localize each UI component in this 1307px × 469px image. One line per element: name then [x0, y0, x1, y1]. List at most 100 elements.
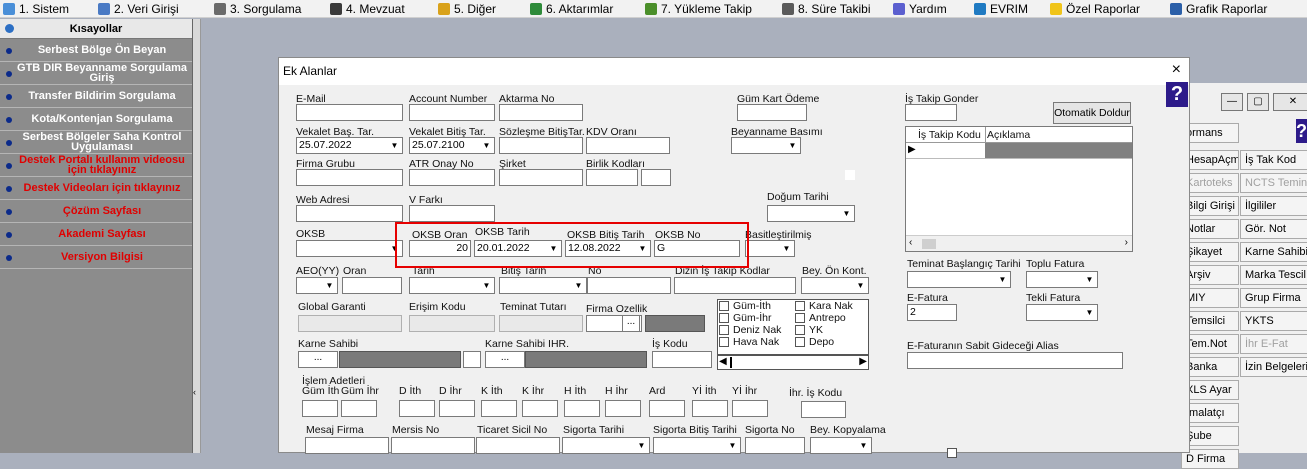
web-adresi-field[interactable] — [296, 205, 403, 222]
close-background-window-button[interactable]: ✕ — [1273, 93, 1307, 111]
dogum-tarihi-date[interactable] — [767, 205, 855, 222]
islem-count-field[interactable] — [732, 400, 768, 417]
sigorta-bitis-date[interactable] — [653, 437, 741, 454]
islem-count-field[interactable] — [302, 400, 338, 417]
islem-count-field[interactable] — [341, 400, 377, 417]
menu-item-7[interactable]: 7. Yükleme Takip — [645, 2, 752, 16]
atr-onay-field[interactable] — [409, 169, 495, 186]
oksb-tarih-date[interactable]: 20.01.2022 — [474, 240, 562, 257]
mersis-no-field[interactable] — [391, 437, 475, 454]
checkbox-7[interactable] — [719, 337, 729, 347]
help-icon[interactable]: ? — [1166, 82, 1188, 107]
is-kodu-field[interactable] — [652, 351, 712, 368]
sidebar-item-4[interactable]: Kota/Kontenjan Sorgulama — [0, 108, 192, 131]
is-takip-gonder-field[interactable] — [905, 104, 957, 121]
sigorta-tarihi-date[interactable] — [562, 437, 650, 454]
menu-item-2[interactable]: 2. Veri Girişi — [98, 2, 179, 16]
basitestirilmis-select[interactable] — [745, 240, 795, 257]
grid-row[interactable]: ▶ — [906, 143, 1132, 159]
menu-item-8[interactable]: 8. Süre Takibi — [782, 2, 871, 16]
oksb-oran-field[interactable]: 20 — [409, 240, 471, 257]
partial-checkbox[interactable] — [947, 448, 957, 458]
birlik-kodlari-field-1[interactable] — [586, 169, 638, 186]
checkbox-5[interactable] — [719, 325, 729, 335]
vekalet-bitis-date[interactable]: 25.07.2100 — [409, 137, 495, 154]
menu-item-12[interactable]: Grafik Raporlar — [1170, 2, 1267, 16]
bey-kopyalama-select[interactable] — [810, 437, 872, 454]
aeo-select[interactable] — [296, 277, 338, 294]
panel-button-19[interactable]: İhr E-Fat — [1240, 334, 1307, 354]
panel-button-7[interactable]: İlgililer — [1240, 196, 1307, 216]
menu-item-6[interactable]: 6. Aktarımlar — [530, 2, 613, 16]
checkbox-8[interactable] — [795, 337, 805, 347]
panel-button-13[interactable]: Marka Tescil — [1240, 265, 1307, 285]
sidebar-item-7[interactable]: Destek Videoları için tıklayınız — [0, 177, 192, 200]
checkbox-2[interactable] — [795, 301, 805, 311]
checkbox-1[interactable] — [719, 301, 729, 311]
panel-button-15[interactable]: Grup Firma — [1240, 288, 1307, 308]
menu-item-4[interactable]: 4. Mevzuat — [330, 2, 405, 16]
scroll-left-icon[interactable]: ‹ — [909, 237, 912, 248]
teminat-tutari-field[interactable] — [499, 315, 583, 332]
teminat-bas-date[interactable] — [907, 271, 1011, 288]
v-farki-field[interactable] — [409, 205, 495, 222]
sidebar-item-5[interactable]: Serbest Bölgeler Saha Kontrol Uygulaması — [0, 131, 192, 154]
oksb-no-field[interactable]: G — [654, 240, 740, 257]
beyanname-basimi-select[interactable] — [731, 137, 801, 154]
sidebar-item-3[interactable]: Transfer Bildirim Sorgulama — [0, 85, 192, 108]
panel-button-5[interactable]: NCTS Teminat — [1240, 173, 1307, 193]
scroll-right-icon[interactable]: › — [1125, 237, 1128, 248]
gum-kart-odeme-field[interactable] — [737, 104, 807, 121]
menu-item-5[interactable]: 5. Diğer — [438, 2, 496, 16]
panel-button-11[interactable]: Karne Sahibi — [1240, 242, 1307, 262]
scroll-right-icon[interactable]: ▶ — [859, 356, 867, 367]
sidebar-item-2[interactable]: GTB DIR Beyanname Sorgulama Giriş — [0, 62, 192, 85]
sigorta-no-field[interactable] — [745, 437, 805, 454]
birlik-kodlari-field-2[interactable] — [641, 169, 671, 186]
menu-item-3[interactable]: 3. Sorgulama — [214, 2, 301, 16]
sidebar-item-10[interactable]: Versiyon Bilgisi — [0, 246, 192, 269]
dizin-is-takip-field[interactable] — [674, 277, 796, 294]
checkbox-4[interactable] — [795, 313, 805, 323]
close-icon[interactable]: × — [1172, 59, 1181, 81]
islem-count-field[interactable] — [692, 400, 728, 417]
panel-button-3[interactable]: İş Tak Kod — [1240, 150, 1307, 170]
otomatik-doldur-button[interactable]: Otomatik Doldur — [1053, 102, 1131, 124]
panel-button-9[interactable]: Gör. Not — [1240, 219, 1307, 239]
karne-sahibi-ihr-lookup-button[interactable]: ... — [485, 351, 525, 368]
karne-sahibi-lookup-button[interactable]: ... — [298, 351, 338, 368]
aeo-bitis-tarih-date[interactable] — [499, 277, 587, 294]
ihr-is-kodu-field[interactable] — [801, 401, 846, 418]
help-icon[interactable]: ? — [1296, 119, 1307, 143]
checkbox-6[interactable] — [795, 325, 805, 335]
bey-on-kont-select[interactable] — [801, 277, 869, 294]
oksb-select[interactable] — [296, 240, 403, 257]
mesaj-firma-field[interactable] — [305, 437, 389, 454]
firma-ozellik-lookup-button[interactable]: ... — [622, 315, 640, 332]
firma-grubu-field[interactable] — [296, 169, 403, 186]
islem-count-field[interactable] — [399, 400, 435, 417]
menu-item-11[interactable]: Özel Raporlar — [1050, 2, 1140, 16]
grid-horizontal-scrollbar[interactable]: ‹ › — [906, 235, 1132, 251]
ticaret-sicil-field[interactable] — [476, 437, 560, 454]
erisim-kodu-field[interactable] — [409, 315, 495, 332]
menu-item-9[interactable]: Yardım — [893, 2, 947, 16]
kdv-orani-field[interactable] — [586, 137, 670, 154]
is-takip-grid[interactable]: İş Takip Kodu Açıklama ▶ ‹ › — [905, 126, 1133, 252]
panel-button-21[interactable]: İzin Belgeleri — [1240, 357, 1307, 377]
karne-sahibi-code-field[interactable] — [463, 351, 481, 368]
sidebar-collapse-handle[interactable]: ‹ — [193, 19, 201, 453]
oksb-bitis-date[interactable]: 12.08.2022 — [565, 240, 651, 257]
maximize-button[interactable]: ▢ — [1247, 93, 1269, 111]
email-field[interactable] — [296, 104, 403, 121]
oran-field[interactable] — [342, 277, 402, 294]
sidebar-item-6[interactable]: Destek Portalı kullanım videosu için tık… — [0, 154, 192, 177]
panel-button-17[interactable]: YKTS — [1240, 311, 1307, 331]
islem-count-field[interactable] — [605, 400, 641, 417]
sidebar-item-8[interactable]: Çözüm Sayfası — [0, 200, 192, 223]
aeo-no-field[interactable] — [587, 277, 671, 294]
aktarma-no-field[interactable] — [499, 104, 583, 121]
aeo-tarih-date[interactable] — [409, 277, 495, 294]
checkbox-horizontal-scrollbar[interactable]: ◀ ▶ — [717, 355, 869, 370]
sidebar-item-9[interactable]: Akademi Sayfası — [0, 223, 192, 246]
